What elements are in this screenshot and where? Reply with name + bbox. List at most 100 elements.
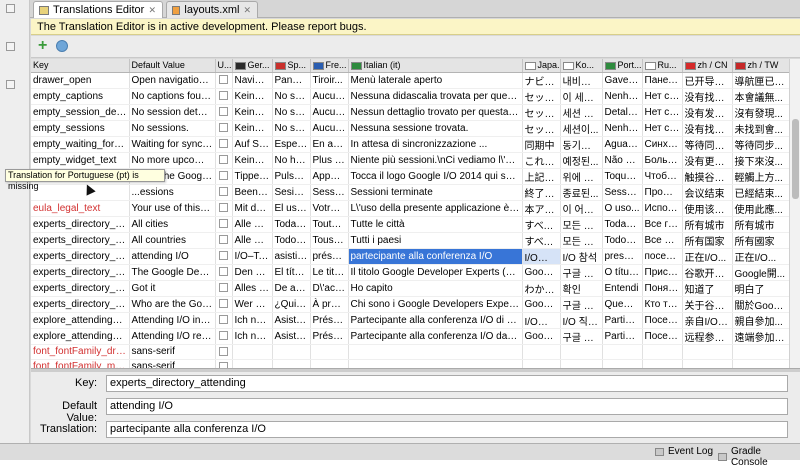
column-header[interactable]: Ger...: [232, 59, 273, 73]
default-value-cell[interactable]: All countries: [129, 232, 216, 249]
translation-cell[interactable]: Aucune...: [310, 104, 349, 121]
translation-cell[interactable]: Entendi: [602, 280, 643, 297]
column-header[interactable]: zh / TW: [732, 59, 789, 73]
default-value-cell[interactable]: ...essions: [129, 184, 216, 201]
translation-cell[interactable]: [522, 359, 561, 368]
translation-cell[interactable]: 亲自I/O现...: [682, 312, 733, 329]
table-row[interactable]: empty_session_detail No session details..…: [31, 104, 789, 121]
translation-cell[interactable]: Beende...: [232, 184, 273, 201]
translation-cell[interactable]: 이 어플...: [560, 200, 603, 217]
translation-cell[interactable]: Partecipante alla conferenza I/O di pers…: [348, 312, 523, 329]
default-value-cell[interactable]: No sessions.: [129, 120, 216, 137]
translation-cell[interactable]: No se...: [272, 88, 311, 105]
untranslatable-checkbox[interactable]: [219, 219, 228, 229]
key-cell[interactable]: experts_directory_he...: [31, 296, 130, 313]
translation-cell[interactable]: Asistir...: [272, 328, 311, 345]
column-header[interactable]: zh / CN: [682, 59, 733, 73]
translation-cell[interactable]: De acu...: [272, 280, 311, 297]
translation-cell[interactable]: I/Oに本...: [522, 312, 561, 329]
key-cell[interactable]: empty_sessions: [31, 120, 130, 137]
translation-cell[interactable]: [602, 344, 643, 360]
untranslatable-checkbox[interactable]: [219, 171, 228, 181]
translation-cell[interactable]: Испол...: [642, 200, 683, 217]
table-row[interactable]: empty_waiting_for_syncWaiting for sync&#…: [31, 136, 789, 153]
translation-cell[interactable]: 구글 개...: [560, 296, 603, 313]
translation-cell[interactable]: partecipante alla conferenza I/O: [348, 248, 523, 265]
translation-cell[interactable]: Нет св...: [642, 104, 683, 121]
key-cell[interactable]: explore_attending_re...: [31, 328, 130, 345]
translation-cell[interactable]: Partici...: [602, 312, 643, 329]
translation-cell[interactable]: 이 세션...: [560, 88, 603, 105]
translation-cell[interactable]: 上記の...: [522, 168, 561, 185]
table-row[interactable]: experts_directory_all_... All cities Alle …: [31, 216, 789, 233]
key-cell[interactable]: empty_captions: [31, 88, 130, 105]
untranslatable-cell[interactable]: [215, 168, 233, 185]
translation-cell[interactable]: Alles klar: [232, 280, 273, 297]
table-row[interactable]: ...essionsBeende...Sesion...Sessio...Ses…: [31, 184, 789, 201]
table-row[interactable]: font_fontFamily_draw... sans-serif: [31, 344, 789, 360]
translation-cell[interactable]: Gaveta...: [602, 72, 643, 89]
translation-cell[interactable]: O título...: [602, 264, 643, 281]
translation-cell[interactable]: 동기화를...: [560, 136, 603, 153]
scrollbar-thumb[interactable]: [792, 119, 799, 199]
key-cell[interactable]: drawer_open: [31, 72, 130, 89]
translation-cell[interactable]: ¿Quién...: [272, 296, 311, 313]
untranslatable-cell[interactable]: [215, 328, 233, 345]
translation-cell[interactable]: [272, 344, 311, 360]
translation-cell[interactable]: Нет се...: [642, 120, 683, 137]
translation-cell[interactable]: [682, 359, 733, 368]
translation-cell[interactable]: Wer sin...: [232, 296, 273, 313]
untranslatable-checkbox[interactable]: [219, 283, 228, 293]
translation-cell[interactable]: Partici...: [602, 328, 643, 345]
translation-cell[interactable]: Mit der...: [232, 200, 273, 217]
translation-cell[interactable]: Alle Lä...: [232, 232, 273, 249]
table-row[interactable]: explore_attending_re... Attending I/O rem…: [31, 328, 789, 345]
untranslatable-cell[interactable]: [215, 136, 233, 153]
table-row[interactable]: explore_attending_in_...Attending I/O in…: [31, 312, 789, 329]
default-value-cell[interactable]: Got it: [129, 280, 216, 297]
table-row[interactable]: empty_sessionsNo sessions. Keine S...No s…: [31, 120, 789, 137]
translation-cell[interactable]: [310, 359, 349, 368]
translation-cell[interactable]: No hay...: [272, 152, 311, 169]
default-value-cell[interactable]: The Google Develo...: [129, 264, 216, 281]
translation-cell[interactable]: [272, 359, 311, 368]
column-header[interactable]: Default Value: [129, 59, 216, 73]
key-cell[interactable]: eula_legal_text: [31, 200, 130, 217]
translation-cell[interactable]: Ich neh...: [232, 328, 273, 345]
translation-cell[interactable]: [642, 344, 683, 360]
untranslatable-checkbox[interactable]: [219, 155, 228, 165]
translation-cell[interactable]: 所有城市: [732, 216, 789, 233]
translation-cell[interactable]: わかり...: [522, 280, 561, 297]
translation-cell[interactable]: Votre u...: [310, 200, 349, 217]
translation-cell[interactable]: I/O–Tei...: [232, 248, 273, 265]
translation-cell[interactable]: Google...: [522, 328, 561, 345]
translation-cell[interactable]: セッシ...: [522, 120, 561, 137]
untranslatable-cell[interactable]: [215, 248, 233, 265]
translation-cell[interactable]: 正在I/O...: [732, 248, 789, 265]
untranslatable-cell[interactable]: [215, 120, 233, 137]
translation-cell[interactable]: 세션이...: [560, 120, 603, 137]
tab-layouts-xml[interactable]: layouts.xml ✕: [166, 1, 258, 18]
translation-cell[interactable]: Sesion...: [272, 184, 311, 201]
key-cell[interactable]: font_fontFamily_draw...: [31, 344, 130, 360]
translation-cell[interactable]: 所有国家: [682, 232, 733, 249]
translation-cell[interactable]: Todas...: [272, 216, 311, 233]
translation-cell[interactable]: Больш...: [642, 152, 683, 169]
translation-cell[interactable]: 輕觸上方...: [732, 168, 789, 185]
translation-cell[interactable]: Toutes...: [310, 216, 349, 233]
translation-cell[interactable]: Ho capito: [348, 280, 523, 297]
translation-cell[interactable]: 会议结束: [682, 184, 733, 201]
translation-cell[interactable]: これ以...: [522, 152, 561, 169]
translation-cell[interactable]: 親自參加...: [732, 312, 789, 329]
globe-icon[interactable]: [56, 40, 68, 52]
translation-cell[interactable]: present...: [602, 248, 643, 265]
untranslatable-checkbox[interactable]: [219, 187, 228, 197]
translation-cell[interactable]: 等待同步...: [732, 136, 789, 153]
translation-cell[interactable]: Présen...: [310, 328, 349, 345]
default-value-cell[interactable]: attending I/O: [129, 248, 216, 265]
translation-cell[interactable]: Présen...: [310, 312, 349, 329]
translation-cell[interactable]: [682, 344, 733, 360]
translation-cell[interactable]: 正在I/O...: [682, 248, 733, 265]
close-icon[interactable]: ✕: [243, 5, 251, 16]
translation-cell[interactable]: 没有更多...: [682, 152, 733, 169]
